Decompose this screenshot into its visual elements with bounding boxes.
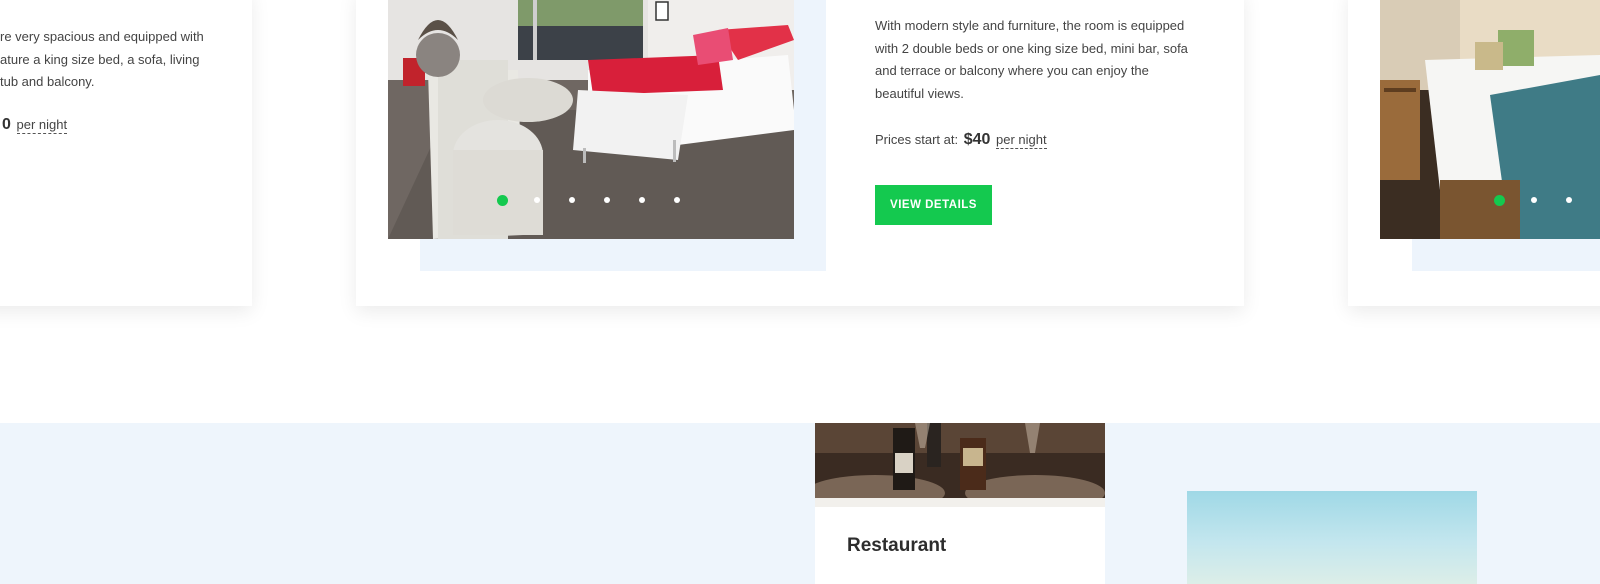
view-details-button[interactable]: VIEW DETAILS (875, 185, 992, 225)
restaurant-title: Restaurant (847, 535, 947, 556)
slider-dot-2[interactable] (534, 197, 540, 203)
price-row-center: Prices start at: $40 per night (875, 131, 1047, 149)
price-amount-left: 0 (2, 116, 11, 133)
slider-dot-2[interactable] (1531, 197, 1537, 203)
room-description-left: re very spacious and equipped with ature… (0, 29, 204, 89)
slider-dot-4[interactable] (604, 197, 610, 203)
beach-sky-image[interactable] (1187, 491, 1477, 584)
room-description-center: With modern style and furniture, the roo… (875, 18, 1188, 101)
slider-dot-1[interactable] (496, 194, 508, 206)
restaurant-card[interactable]: Restaurant (815, 423, 1105, 584)
room-card-left: re very spacious and equipped with ature… (0, 0, 252, 306)
slider-dot-5[interactable] (639, 197, 645, 203)
price-row-left: 0 per night (0, 116, 68, 134)
restaurant-image (815, 423, 1105, 507)
slider-dot-3[interactable] (1566, 197, 1572, 203)
room-photo-right[interactable] (1380, 0, 1600, 239)
price-prefix: Prices start at: (875, 132, 959, 147)
price-unit-center[interactable]: per night (996, 132, 1047, 149)
photo-slider-dots-center (496, 194, 709, 206)
slider-dot-3[interactable] (569, 197, 575, 203)
slider-dot-6[interactable] (674, 197, 680, 203)
slider-dot-1[interactable] (1493, 194, 1505, 206)
price-amount-center: $40 (963, 131, 991, 148)
photo-slider-dots-right (1493, 194, 1600, 206)
room-photo-center[interactable] (388, 0, 794, 239)
price-unit-left[interactable]: per night (16, 117, 68, 134)
